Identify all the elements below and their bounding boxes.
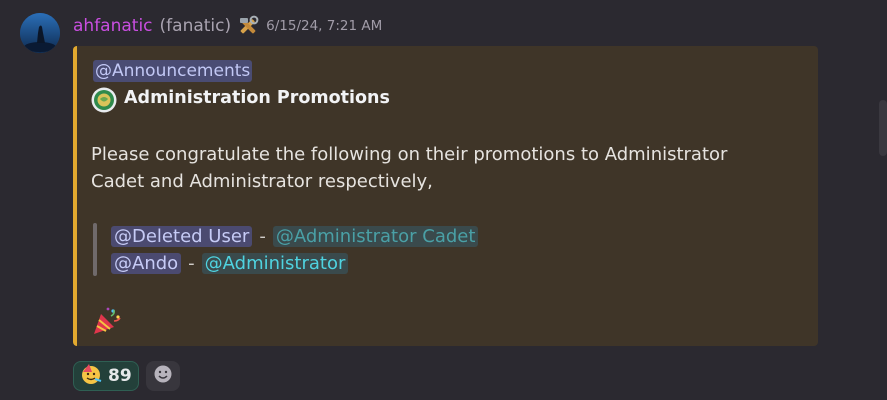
user-tag: (fanatic)	[159, 16, 232, 36]
reaction-count: 89	[108, 366, 132, 386]
partying-face-icon	[80, 363, 102, 389]
separator: -	[259, 226, 266, 247]
deleted-user-mention[interactable]: @Deleted User	[111, 226, 253, 247]
message-timestamp: 6/15/24, 7:21 AM	[266, 18, 383, 34]
separator: -	[188, 253, 195, 274]
smiley-icon	[153, 364, 173, 388]
username[interactable]: ahfanatic	[73, 16, 153, 36]
ando-user-mention[interactable]: @Ando	[111, 253, 182, 274]
globe-emblem-icon	[91, 87, 117, 113]
embed-body-line-2: Cadet and Administrator respectively,	[91, 171, 433, 192]
hammer-wrench-icon	[237, 15, 259, 37]
quote-line-1: @Deleted User - @Administrator Cadet	[111, 226, 479, 247]
quote-line-2: @Ando - @Administrator	[111, 253, 349, 274]
reaction-partying-face[interactable]: 89	[73, 361, 139, 391]
scrollbar-thumb[interactable]	[879, 100, 887, 156]
announcements-mention[interactable]: @Announcements	[93, 60, 253, 82]
administrator-cadet-role-mention[interactable]: @Administrator Cadet	[272, 226, 479, 247]
user-avatar[interactable]	[20, 13, 60, 53]
embed-body-line-1: Please congratulate the following on the…	[91, 144, 728, 165]
blockquote-bar	[93, 223, 97, 276]
message-header: ahfanatic (fanatic) 6/15/24, 7:21 AM	[73, 14, 382, 38]
embed-title: Administration Promotions	[124, 88, 390, 108]
announcement-embed: @Announcements Administration Promotions…	[73, 46, 818, 346]
administrator-role-mention[interactable]: @Administrator	[201, 253, 349, 274]
party-popper-icon	[91, 305, 123, 337]
add-reaction-button[interactable]	[146, 361, 180, 391]
